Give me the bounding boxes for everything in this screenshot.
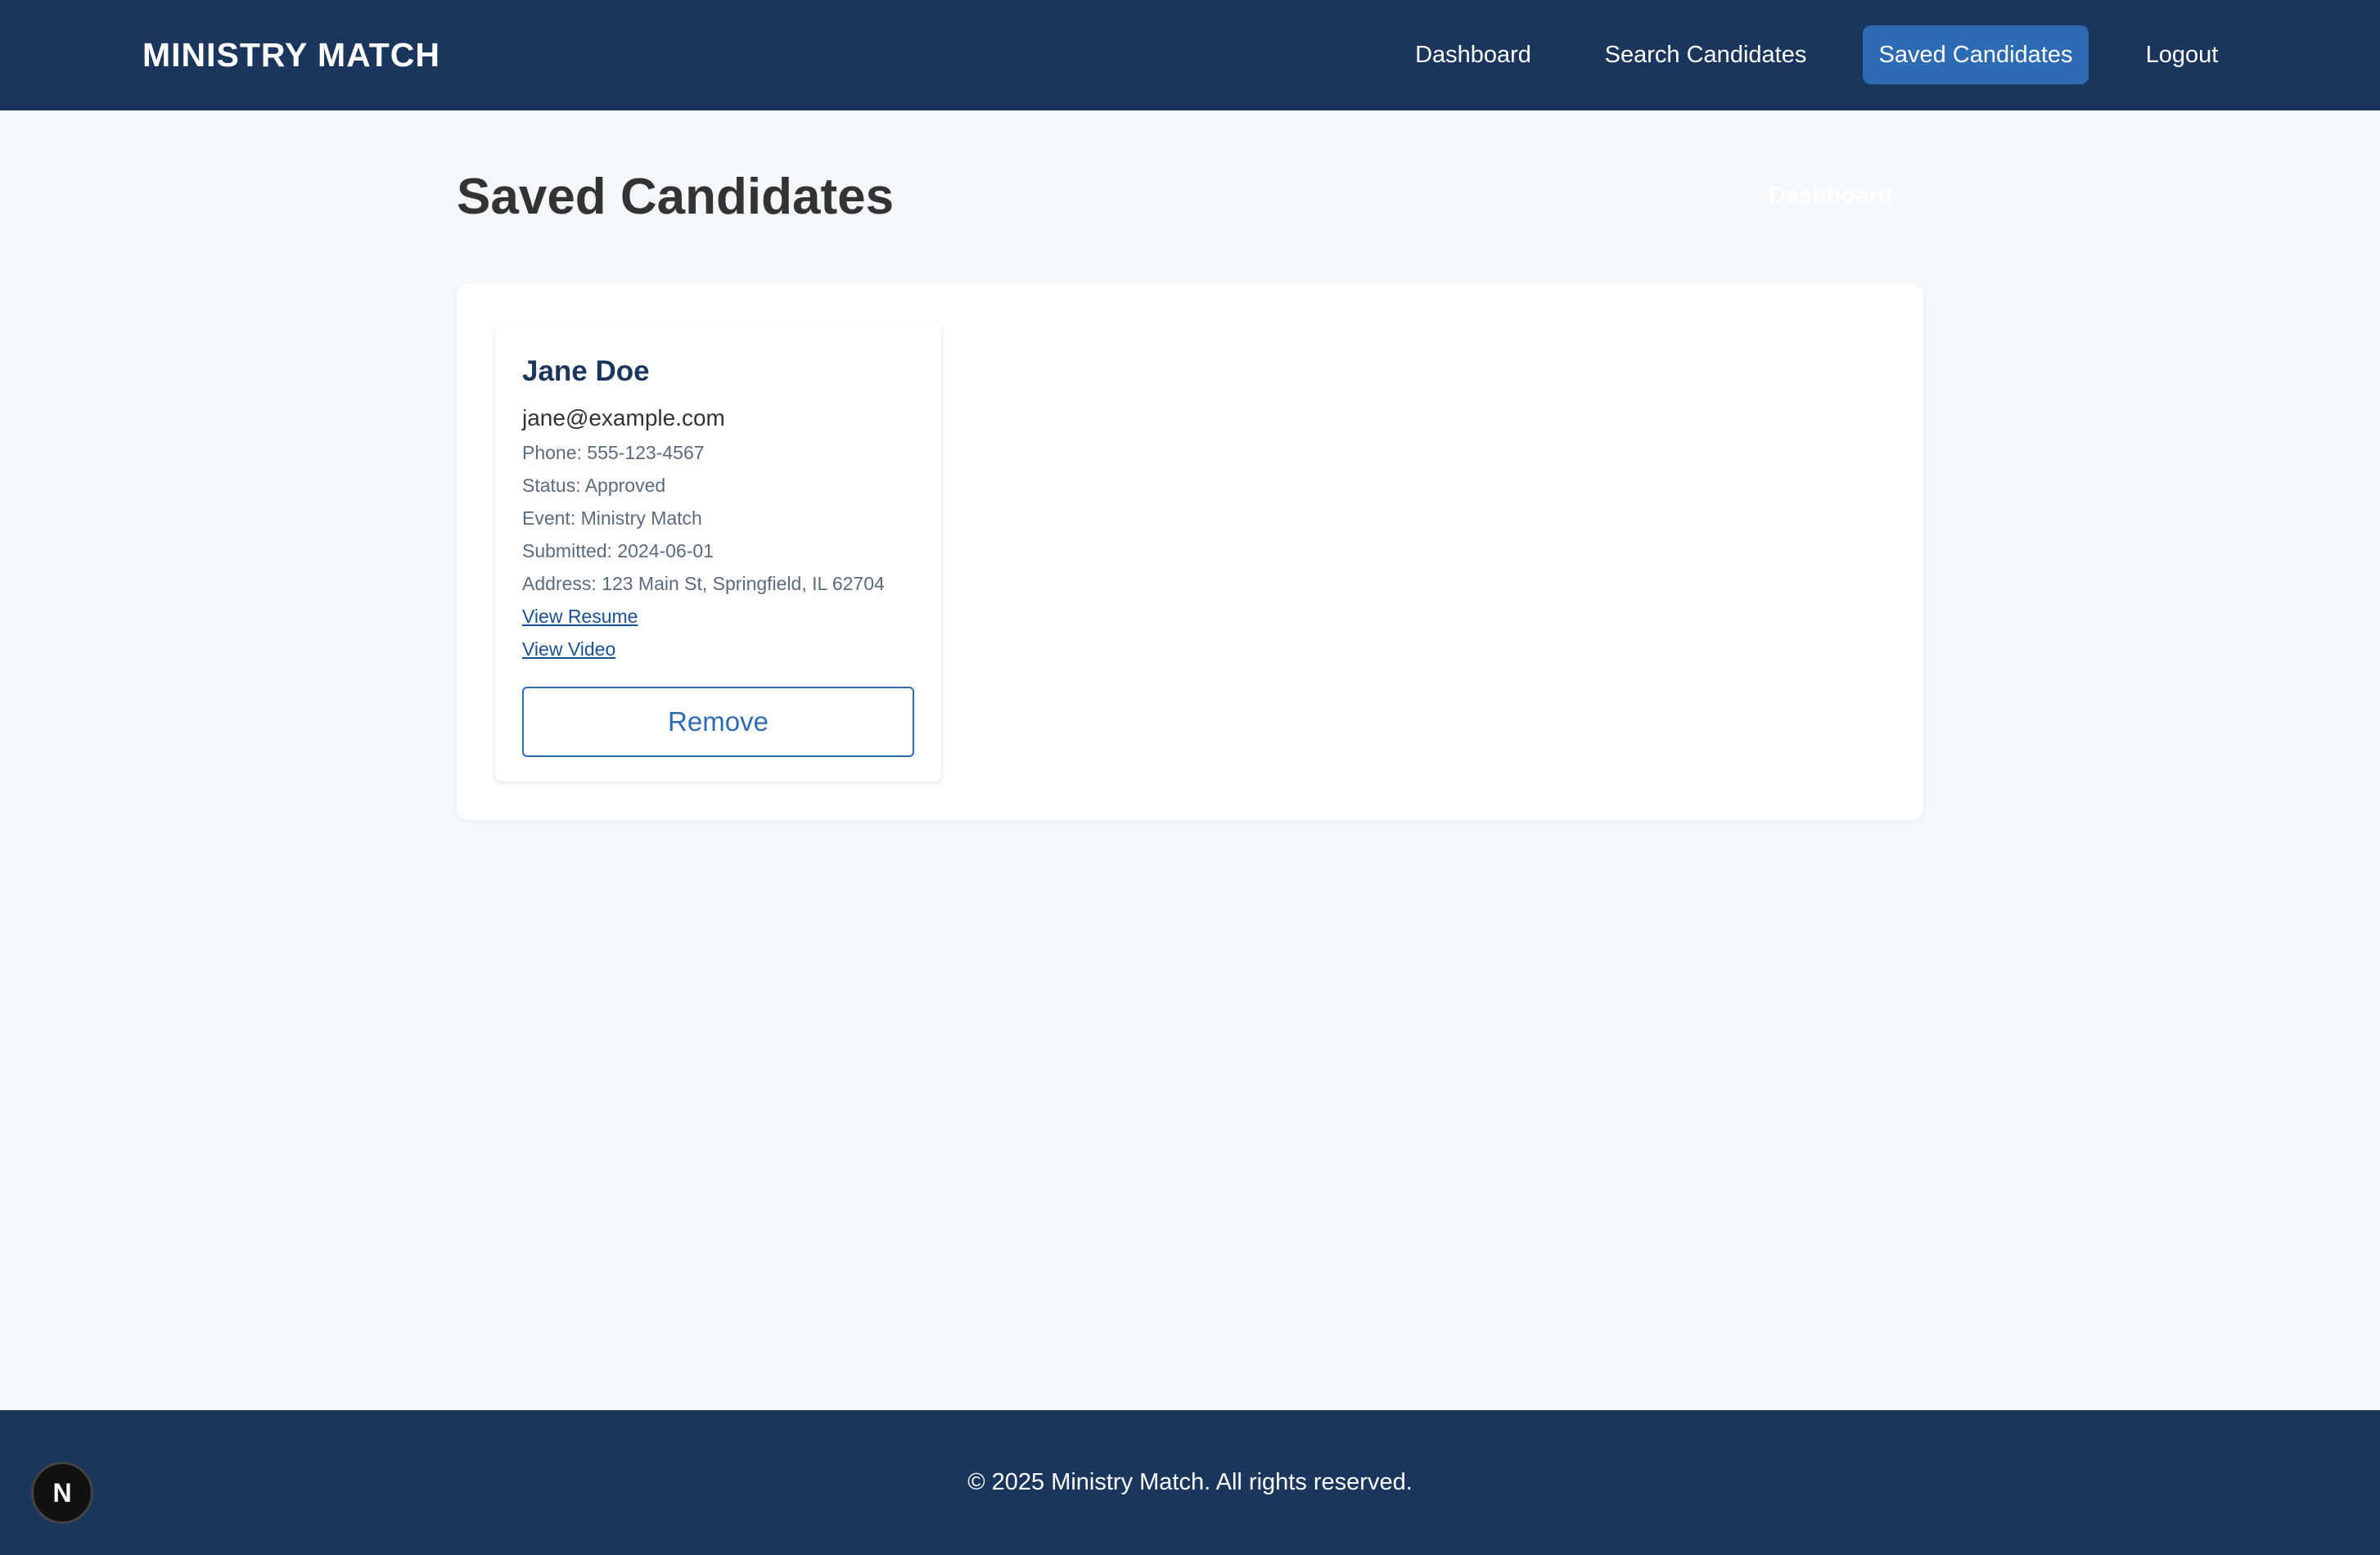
view-video-link[interactable]: View Video <box>522 633 914 665</box>
candidate-address: Address: 123 Main St, Springfield, IL 62… <box>522 573 885 594</box>
nav-saved-candidates[interactable]: Saved Candidates <box>1863 25 2089 84</box>
remove-button[interactable]: Remove <box>522 687 914 757</box>
footer-copyright: © 2025 Ministry Match. All rights reserv… <box>967 1469 1413 1495</box>
saved-candidates-panel: Jane Doe jane@example.com Phone: 555-123… <box>457 284 1923 820</box>
candidate-phone: Phone: 555-123-4567 <box>522 442 705 463</box>
view-resume-link[interactable]: View Resume <box>522 600 914 633</box>
nextjs-dev-badge-icon[interactable]: N <box>31 1462 93 1524</box>
dashboard-link[interactable]: Dashboard <box>1769 183 1892 210</box>
page-header: Saved Candidates Dashboard <box>457 110 1923 284</box>
nav-search-candidates[interactable]: Search Candidates <box>1596 25 1815 84</box>
footer: © 2025 Ministry Match. All rights reserv… <box>0 1410 2380 1555</box>
candidate-card: Jane Doe jane@example.com Phone: 555-123… <box>495 322 941 782</box>
candidate-status: Status: Approved <box>522 475 666 496</box>
candidate-email: jane@example.com <box>522 405 725 430</box>
main-content: Saved Candidates Dashboard Jane Doe jane… <box>457 110 1923 820</box>
nav-logout[interactable]: Logout <box>2131 25 2233 84</box>
candidate-submitted: Submitted: 2024-06-01 <box>522 540 714 561</box>
top-navbar: MINISTRY MATCH Dashboard Search Candidat… <box>0 0 2380 110</box>
candidate-name: Jane Doe <box>522 355 650 387</box>
candidate-event: Event: Ministry Match <box>522 507 702 529</box>
nav-dashboard[interactable]: Dashboard <box>1404 25 1542 84</box>
nav-links: Dashboard Search Candidates Saved Candid… <box>0 0 2380 110</box>
page-title: Saved Candidates <box>457 169 895 225</box>
